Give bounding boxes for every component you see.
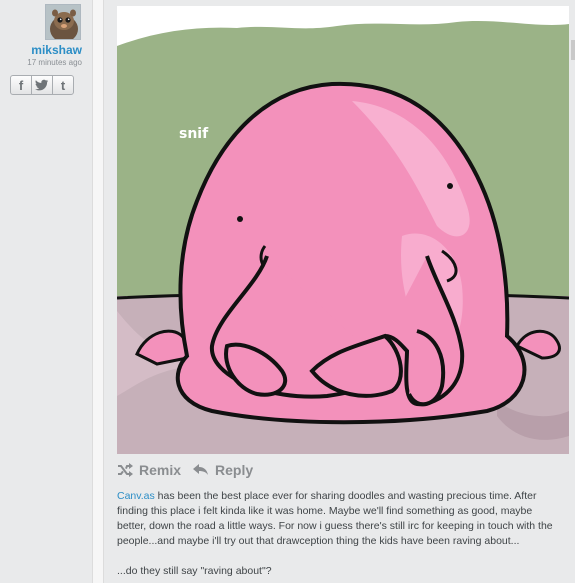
blobfish-drawing: snif — [117, 6, 569, 454]
tumblr-share-button[interactable]: t — [52, 75, 74, 95]
reply-button[interactable]: Reply — [193, 462, 253, 478]
twitter-icon — [35, 79, 48, 91]
snif-label: snif — [179, 126, 209, 142]
username[interactable]: mikshaw — [31, 43, 82, 57]
reply-icon — [193, 464, 209, 475]
caption-text: has been the best place ever for sharing… — [117, 490, 553, 547]
remix-button[interactable]: Remix — [117, 462, 181, 478]
column-divider — [92, 0, 104, 583]
author-sidebar: mikshaw 17 minutes ago f t — [0, 0, 92, 583]
avatar[interactable] — [45, 4, 81, 40]
caption-paragraph-2: ...do they still say "raving about"? — [117, 565, 272, 577]
twitter-share-button[interactable] — [31, 75, 53, 95]
post: snif Remix Reply Canv.as has been the be… — [105, 0, 575, 583]
scrollbar[interactable] — [571, 40, 575, 60]
tumblr-icon: t — [60, 77, 66, 93]
facebook-icon: f — [18, 77, 24, 93]
share-buttons: f t — [10, 75, 74, 95]
caption-paragraph: Canv.as has been the best place ever for… — [117, 489, 563, 549]
reply-label: Reply — [215, 462, 254, 478]
canvas-link[interactable]: Canv.as — [117, 490, 155, 502]
post-actions: Remix Reply — [117, 462, 265, 478]
post-image[interactable]: snif — [117, 6, 569, 454]
timestamp: 17 minutes ago — [27, 58, 82, 67]
hedgehog-avatar-icon — [46, 5, 80, 39]
remix-label: Remix — [139, 462, 182, 478]
post-caption: Canv.as has been the best place ever for… — [117, 489, 563, 579]
shuffle-icon — [118, 463, 133, 477]
facebook-share-button[interactable]: f — [10, 75, 32, 95]
